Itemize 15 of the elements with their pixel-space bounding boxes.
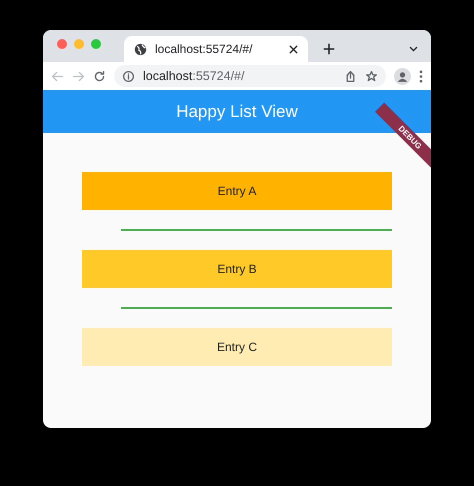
profile-icon[interactable]: [394, 68, 411, 84]
close-icon[interactable]: [287, 42, 300, 56]
share-icon[interactable]: [344, 70, 357, 82]
browser-tab[interactable]: localhost:55724/#/: [124, 36, 308, 62]
list-entry[interactable]: Entry C: [82, 328, 392, 366]
globe-icon: [134, 42, 147, 56]
info-icon: [122, 70, 135, 82]
new-tab-icon[interactable]: [322, 42, 336, 56]
list-entry[interactable]: Entry B: [82, 250, 392, 288]
address-bar[interactable]: localhost:55724/#/: [114, 65, 386, 87]
reload-icon[interactable]: [93, 70, 106, 82]
app-title: Happy List View: [176, 102, 298, 122]
menu-icon[interactable]: [419, 70, 423, 82]
star-icon[interactable]: [365, 70, 378, 82]
list-entry[interactable]: Entry A: [82, 172, 392, 210]
